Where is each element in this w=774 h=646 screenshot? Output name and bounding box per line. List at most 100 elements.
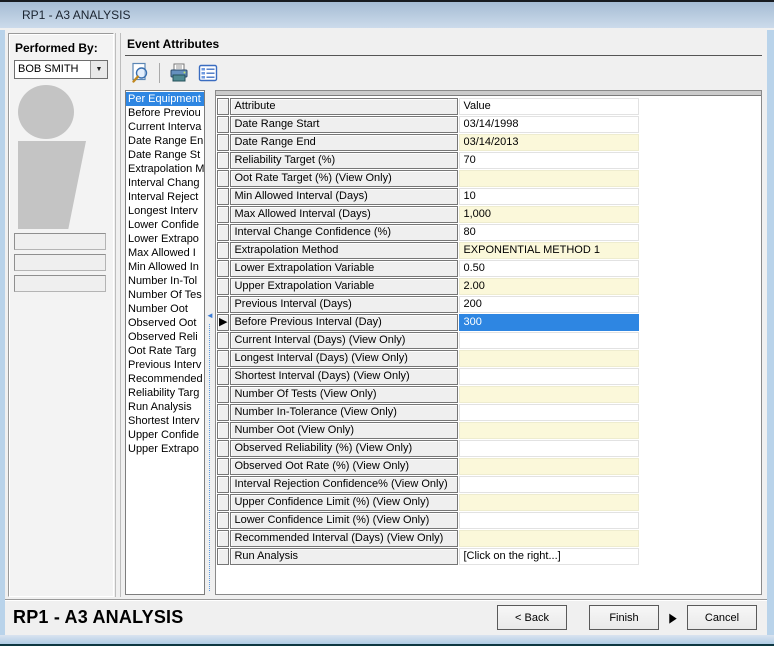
value-cell[interactable]: 03/14/2013: [459, 134, 639, 151]
value-cell[interactable]: [459, 332, 639, 349]
list-item[interactable]: Date Range En: [126, 134, 204, 148]
attribute-cell[interactable]: Oot Rate Target (%) (View Only): [230, 170, 458, 187]
attribute-cell[interactable]: Interval Change Confidence (%): [230, 224, 458, 241]
value-cell[interactable]: [459, 530, 639, 547]
attribute-cell[interactable]: Interval Rejection Confidence% (View Onl…: [230, 476, 458, 493]
row-marker-cell[interactable]: [217, 386, 229, 403]
value-cell[interactable]: [459, 170, 639, 187]
list-item[interactable]: Number In-Tol: [126, 274, 204, 288]
report-view-button[interactable]: [196, 61, 220, 85]
attribute-cell[interactable]: Number In-Tolerance (View Only): [230, 404, 458, 421]
attribute-cell[interactable]: Upper Extrapolation Variable: [230, 278, 458, 295]
list-item[interactable]: Upper Extrapo: [126, 442, 204, 456]
row-marker-cell[interactable]: [217, 152, 229, 169]
attribute-cell[interactable]: Lower Confidence Limit (%) (View Only): [230, 512, 458, 529]
attribute-list[interactable]: Per EquipmentBefore PreviouCurrent Inter…: [125, 90, 205, 595]
value-cell[interactable]: 300: [459, 314, 639, 331]
list-item[interactable]: Number Oot: [126, 302, 204, 316]
value-cell[interactable]: 0.50: [459, 260, 639, 277]
row-marker-cell[interactable]: [217, 494, 229, 511]
row-marker-cell[interactable]: [217, 224, 229, 241]
value-cell[interactable]: [459, 368, 639, 385]
value-cell[interactable]: 80: [459, 224, 639, 241]
list-item[interactable]: Date Range St: [126, 148, 204, 162]
value-cell[interactable]: 200: [459, 296, 639, 313]
row-marker-cell[interactable]: [217, 332, 229, 349]
next-panel-arrow-icon[interactable]: ▶: [669, 610, 677, 626]
performed-by-dropdown[interactable]: BOB SMITH ▼: [14, 60, 108, 79]
attribute-cell[interactable]: Reliability Target (%): [230, 152, 458, 169]
list-item[interactable]: Reliability Targ: [126, 386, 204, 400]
list-item[interactable]: Extrapolation M: [126, 162, 204, 176]
back-button[interactable]: < Back: [497, 605, 567, 630]
list-item[interactable]: Lower Confide: [126, 218, 204, 232]
attribute-cell[interactable]: Number Of Tests (View Only): [230, 386, 458, 403]
row-marker-cell[interactable]: [217, 116, 229, 133]
value-cell[interactable]: [459, 404, 639, 421]
attribute-cell[interactable]: Before Previous Interval (Day): [230, 314, 458, 331]
attribute-cell[interactable]: Observed Oot Rate (%) (View Only): [230, 458, 458, 475]
value-cell[interactable]: [459, 512, 639, 529]
cancel-button[interactable]: Cancel: [687, 605, 757, 630]
attribute-cell[interactable]: Number Oot (View Only): [230, 422, 458, 439]
value-cell[interactable]: 70: [459, 152, 639, 169]
current-row-marker-icon[interactable]: ▶: [217, 314, 229, 331]
value-cell[interactable]: [459, 422, 639, 439]
value-cell[interactable]: [459, 494, 639, 511]
row-marker-cell[interactable]: [217, 476, 229, 493]
list-item[interactable]: Observed Reli: [126, 330, 204, 344]
list-item[interactable]: Per Equipment: [126, 92, 204, 106]
list-item[interactable]: Run Analysis: [126, 400, 204, 414]
value-cell[interactable]: [459, 458, 639, 475]
attribute-cell[interactable]: Longest Interval (Days) (View Only): [230, 350, 458, 367]
attribute-cell[interactable]: Observed Reliability (%) (View Only): [230, 440, 458, 457]
attribute-cell[interactable]: Date Range End: [230, 134, 458, 151]
row-marker-cell[interactable]: [217, 296, 229, 313]
value-column-header[interactable]: Value: [459, 98, 639, 115]
print-preview-button[interactable]: [128, 61, 152, 85]
list-item[interactable]: Upper Confide: [126, 428, 204, 442]
attribute-cell[interactable]: Recommended Interval (Days) (View Only): [230, 530, 458, 547]
row-marker-cell[interactable]: [217, 134, 229, 151]
finish-button[interactable]: Finish: [589, 605, 659, 630]
list-item[interactable]: Longest Interv: [126, 204, 204, 218]
row-marker-cell[interactable]: [217, 404, 229, 421]
attribute-cell[interactable]: Shortest Interval (Days) (View Only): [230, 368, 458, 385]
row-marker-cell[interactable]: [217, 548, 229, 565]
attribute-cell[interactable]: Max Allowed Interval (Days): [230, 206, 458, 223]
value-cell[interactable]: 10: [459, 188, 639, 205]
row-marker-cell[interactable]: [217, 368, 229, 385]
list-item[interactable]: Previous Interv: [126, 358, 204, 372]
list-item[interactable]: Min Allowed In: [126, 260, 204, 274]
attribute-cell[interactable]: Extrapolation Method: [230, 242, 458, 259]
row-marker-cell[interactable]: [217, 206, 229, 223]
value-cell[interactable]: 1,000: [459, 206, 639, 223]
value-cell[interactable]: [459, 476, 639, 493]
row-marker-cell[interactable]: [217, 278, 229, 295]
row-marker-cell[interactable]: [217, 170, 229, 187]
list-item[interactable]: Interval Reject: [126, 190, 204, 204]
row-marker-cell[interactable]: [217, 242, 229, 259]
row-marker-cell[interactable]: [217, 512, 229, 529]
collapse-left-icon[interactable]: ◄: [206, 312, 214, 320]
row-marker-cell[interactable]: [217, 260, 229, 277]
dropdown-arrow-button[interactable]: ▼: [90, 61, 107, 78]
list-item[interactable]: Shortest Interv: [126, 414, 204, 428]
list-item[interactable]: Number Of Tes: [126, 288, 204, 302]
value-cell[interactable]: [459, 386, 639, 403]
row-marker-cell[interactable]: [217, 530, 229, 547]
value-cell[interactable]: 03/14/1998: [459, 116, 639, 133]
row-marker-cell[interactable]: [217, 350, 229, 367]
attribute-cell[interactable]: Upper Confidence Limit (%) (View Only): [230, 494, 458, 511]
row-marker-cell[interactable]: [217, 458, 229, 475]
value-cell[interactable]: [459, 350, 639, 367]
attribute-cell[interactable]: Current Interval (Days) (View Only): [230, 332, 458, 349]
print-button[interactable]: [167, 61, 191, 85]
panel-splitter[interactable]: [115, 33, 121, 597]
attribute-cell[interactable]: Min Allowed Interval (Days): [230, 188, 458, 205]
list-grid-splitter[interactable]: ◄: [205, 90, 215, 595]
attribute-cell[interactable]: Date Range Start: [230, 116, 458, 133]
value-cell[interactable]: EXPONENTIAL METHOD 1: [459, 242, 639, 259]
list-item[interactable]: Oot Rate Targ: [126, 344, 204, 358]
list-item[interactable]: Current Interva: [126, 120, 204, 134]
